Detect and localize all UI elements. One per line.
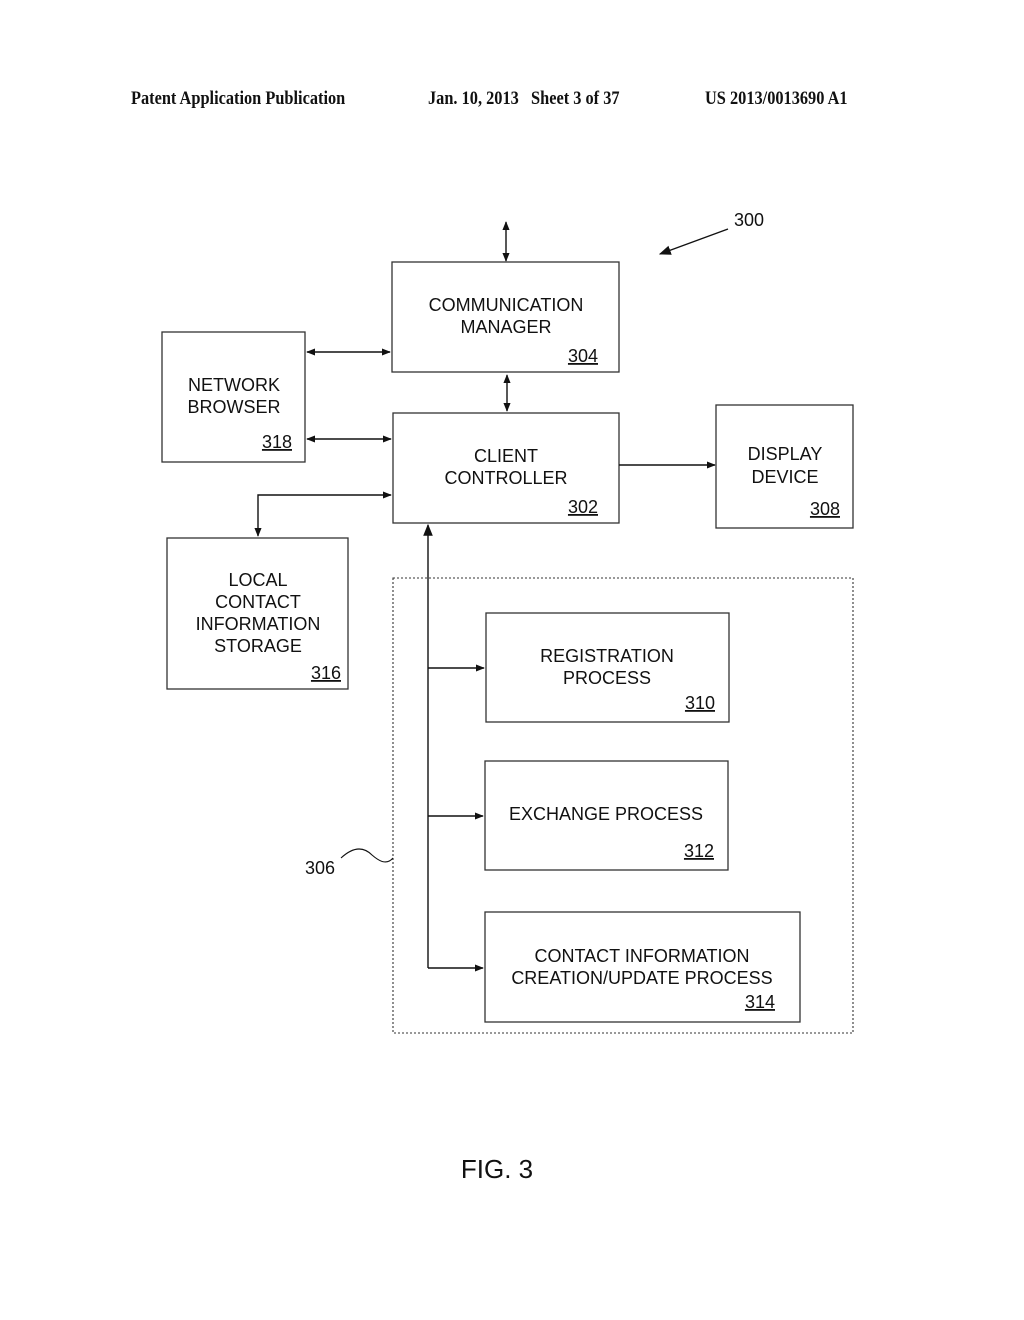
group-ref-leader [340,848,394,863]
system-ref-label: 300 [734,210,764,230]
group-ref-label: 306 [305,858,335,878]
block-label: COMMUNICATION [429,295,584,315]
block-ref: 310 [685,693,715,713]
block-ref: 312 [684,841,714,861]
block-diagram: 300 COMMUNICATION MANAGER 304 NETWORK BR… [161,210,854,1184]
block-label: CONTROLLER [444,468,567,488]
block-ref: 318 [262,432,292,452]
block-ref: 314 [745,992,775,1012]
client-controller-block: CLIENT CONTROLLER 302 [392,412,620,524]
block-ref: 316 [311,663,341,683]
communication-manager-block: COMMUNICATION MANAGER 304 [391,261,620,373]
block-label: PROCESS [563,668,651,688]
block-label: REGISTRATION [540,646,674,666]
block-label: DISPLAY [748,444,823,464]
local-storage-block: LOCAL CONTACT INFORMATION STORAGE 316 [166,537,349,690]
block-label: CREATION/UPDATE PROCESS [511,968,772,988]
figure-caption: FIG. 3 [461,1154,533,1184]
block-label: MANAGER [460,317,551,337]
block-label: NETWORK [188,375,280,395]
exchange-process-block: EXCHANGE PROCESS 312 [484,760,729,871]
creation-update-process-block: CONTACT INFORMATION CREATION/UPDATE PROC… [484,911,801,1023]
network-browser-block: NETWORK BROWSER 318 [161,331,306,463]
block-label: INFORMATION [196,614,321,634]
block-ref: 304 [568,346,598,366]
block-ref: 308 [810,499,840,519]
controller-storage-arrow [254,491,392,537]
block-ref: 302 [568,497,598,517]
block-label: CONTACT [215,592,301,612]
registration-process-block: REGISTRATION PROCESS 310 [485,612,730,723]
block-label: LOCAL [228,570,287,590]
block-label: DEVICE [751,467,818,487]
block-label: EXCHANGE PROCESS [509,804,703,824]
system-ref-arrow [658,228,729,255]
block-label: BROWSER [187,397,280,417]
block-label: STORAGE [214,636,302,656]
block-label: CLIENT [474,446,538,466]
block-label: CONTACT INFORMATION [535,946,750,966]
display-device-block: DISPLAY DEVICE 308 [715,404,854,529]
